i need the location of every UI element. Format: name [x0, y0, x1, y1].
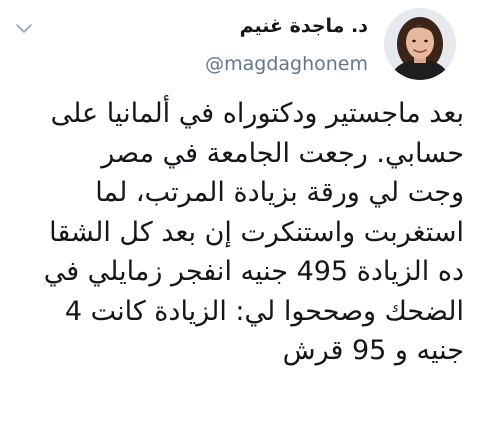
tweet-line: ده الزيادة 495 جنيه انفجر زمايلي في [43, 256, 464, 287]
tweet-card: د. ماجدة غنيم @magdaghonem بعد ماجستير و… [0, 0, 480, 422]
avatar[interactable] [384, 8, 456, 80]
tweet-line: بعد ماجستير ودكتوراه في ألمانيا على [50, 98, 464, 129]
tweet-text: بعد ماجستير ودكتوراه في ألمانيا على حساب… [24, 94, 464, 371]
tweet-line: الضحك وصححوا لي: الزيادة كانت 4 [64, 295, 464, 327]
tweet-author: د. ماجدة غنيم @magdaghonem [205, 14, 368, 76]
author-display-name[interactable]: د. ماجدة غنيم [205, 14, 368, 38]
tweet-line: استغربت واستنكرت إن بعد كل الشقا [49, 216, 464, 248]
tweet-line: جنيه و 95 قرش [282, 335, 464, 366]
tweet-line: وجت لي ورقة بزيادة المرتب، لما [95, 177, 464, 208]
chevron-down-icon[interactable] [14, 22, 34, 36]
tweet-line: حسابي. رجعت الجامعة في مصر [101, 137, 464, 169]
author-handle[interactable]: @magdaghonem [205, 52, 368, 76]
